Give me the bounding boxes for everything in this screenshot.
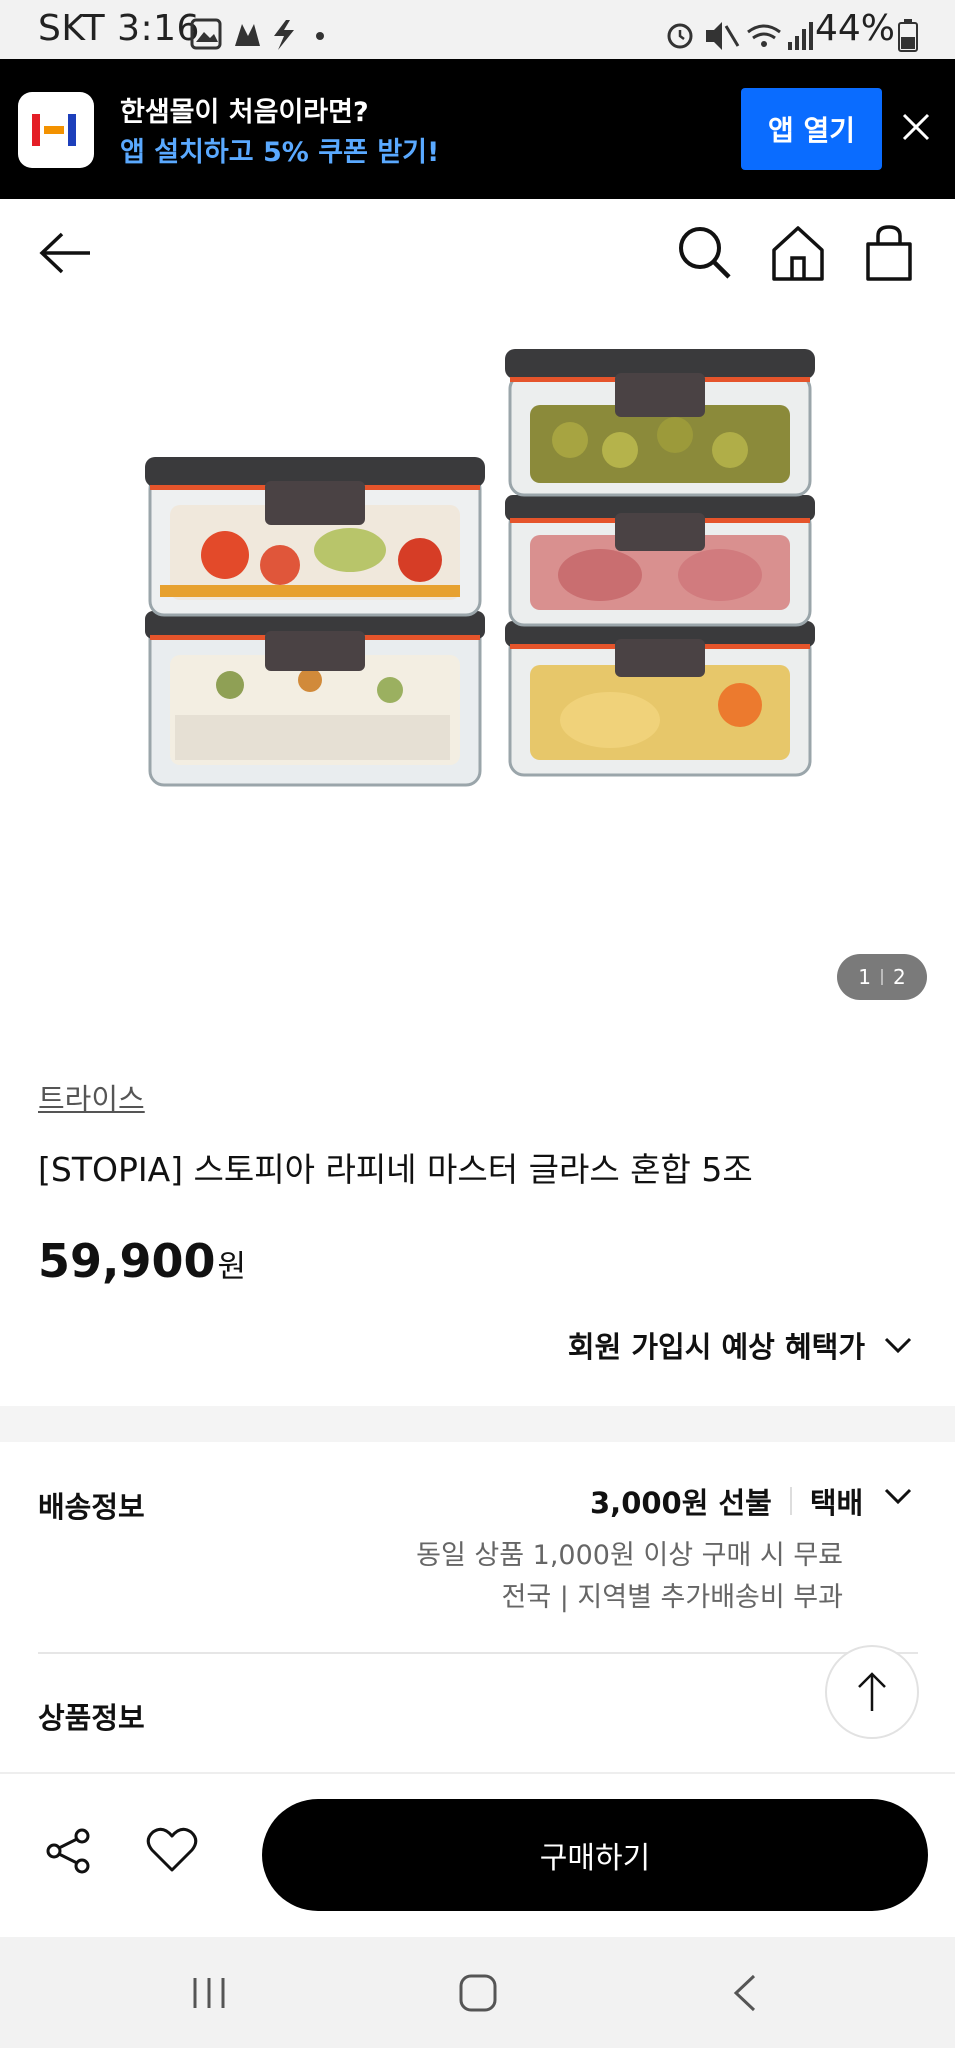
container-left-top (145, 457, 485, 617)
product-price: 59,900원 (38, 1234, 246, 1288)
shipping-label: 배송정보 (38, 1490, 145, 1524)
heart-icon[interactable] (146, 1826, 198, 1874)
member-benefit-label: 회원 가입시 예상 혜택가 (567, 1330, 865, 1364)
status-notification-icons (190, 18, 324, 50)
container-right-bottom (505, 621, 815, 777)
shipping-region-note: 전국 | 지역별 추가배송비 부과 (501, 1582, 843, 1613)
battery-icon (898, 19, 918, 52)
image-counter-current: 1 (858, 965, 871, 989)
product-title: [STOPIA] 스토피아 라피네 마스터 글라스 혼합 5조 (38, 1150, 753, 1189)
system-back-icon[interactable] (730, 1973, 760, 2013)
price-unit: 원 (217, 1249, 247, 1285)
search-icon[interactable] (676, 224, 732, 280)
container-right-middle (505, 495, 815, 627)
shopping-bag-icon[interactable] (864, 224, 914, 282)
scroll-to-top-button[interactable] (825, 1645, 919, 1739)
counter-divider (881, 969, 883, 985)
status-time: SKT 3:16 (38, 8, 200, 49)
section-divider (0, 1406, 955, 1442)
divider (38, 1652, 918, 1654)
price-value: 59,900 (38, 1234, 216, 1288)
container-left-bottom (145, 611, 485, 787)
battery-percent: 44% (814, 8, 895, 49)
arrow-up-icon (858, 1672, 886, 1711)
banner-headline: 한샘몰이 처음이라면? (120, 97, 369, 128)
container-right-top (505, 349, 815, 497)
shipping-expand-chevron-icon[interactable] (883, 1486, 913, 1510)
banner-coupon-text: 앱 설치하고 5% 쿠폰 받기! (120, 137, 440, 168)
status-system-icons (667, 22, 813, 50)
shipping-free-condition: 동일 상품 1,000원 이상 구매 시 무료 (416, 1540, 843, 1571)
buy-button[interactable]: 구매하기 (262, 1799, 928, 1911)
image-page-counter: 1 2 (837, 954, 927, 1000)
close-icon[interactable] (900, 111, 932, 143)
share-icon[interactable] (44, 1826, 94, 1876)
shipping-method: 택배 (809, 1486, 864, 1520)
brand-link[interactable]: 트라이스 (38, 1076, 145, 1118)
shipping-divider (789, 1487, 792, 1515)
product-image[interactable] (130, 335, 830, 815)
home-icon[interactable] (770, 224, 826, 282)
app-logo-icon (18, 92, 94, 168)
member-benefit-toggle[interactable]: 회원 가입시 예상 혜택가 (568, 1324, 913, 1366)
open-app-button[interactable]: 앱 열기 (741, 88, 882, 170)
shipping-fee-amount: 3,000원 선불 (590, 1486, 772, 1520)
chevron-down-icon (884, 1337, 912, 1354)
shipping-fee: 3,000원 선불 택배 (590, 1480, 863, 1522)
product-info-label[interactable]: 상품정보 (38, 1695, 145, 1737)
image-counter-total: 2 (893, 965, 906, 989)
recent-apps-icon[interactable] (190, 1975, 230, 2011)
back-arrow-icon[interactable] (38, 230, 94, 276)
system-home-icon[interactable] (458, 1973, 498, 2013)
